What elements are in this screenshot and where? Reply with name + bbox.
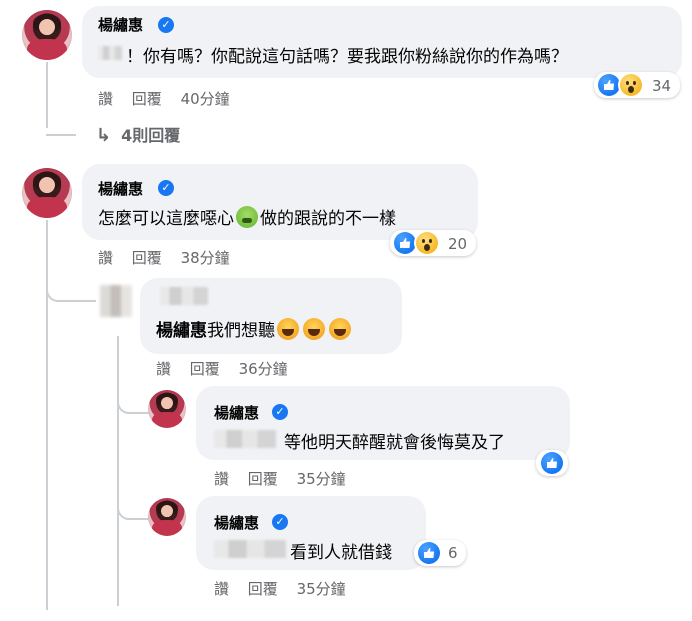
- thread-curve-3: [117, 392, 151, 414]
- verified-badge-icon: ✓: [158, 180, 174, 196]
- blurred-mention: [214, 430, 276, 448]
- blurred-author-name: [160, 287, 208, 305]
- view-replies-button[interactable]: ↳ 4則回覆: [96, 122, 180, 146]
- comment-timestamp[interactable]: 40分鐘: [181, 90, 230, 108]
- comment-text: 怎麼可以這麼噁心 做的跟說的不一樣: [98, 204, 396, 229]
- reply-arrow-icon: ↳: [96, 125, 112, 146]
- reply-button[interactable]: 回覆: [132, 90, 162, 108]
- like-reaction-icon: [394, 232, 416, 254]
- thread-line-2: [46, 220, 48, 610]
- mention-link[interactable]: 楊繡惠: [156, 321, 207, 341]
- like-button[interactable]: 讚: [98, 90, 113, 108]
- like-reaction-icon: [541, 452, 563, 474]
- comment-actions: 讚 回覆 38分鐘: [98, 247, 244, 268]
- verified-badge-icon: ✓: [272, 514, 288, 530]
- comment-author[interactable]: 楊繡惠: [98, 178, 143, 199]
- reply-text: 看到人就借錢: [290, 543, 392, 563]
- reply-text: 等他明天醉醒就會後悔莫及了: [284, 433, 505, 453]
- laughing-emoji-icon: [329, 318, 351, 340]
- reply-actions: 讚 回覆 35分鐘: [214, 578, 360, 599]
- nauseated-emoji-icon: [236, 206, 258, 228]
- reply-button[interactable]: 回覆: [248, 470, 278, 488]
- reply-button[interactable]: 回覆: [190, 360, 220, 378]
- reply-actions: 讚 回覆 36分鐘: [156, 358, 302, 379]
- reply-button[interactable]: 回覆: [248, 580, 278, 598]
- reply-author[interactable]: 楊繡惠: [214, 402, 259, 423]
- laughing-emoji-icon: [277, 318, 299, 340]
- thread-curve-2: [46, 282, 96, 302]
- avatar[interactable]: [22, 10, 72, 60]
- verified-badge-icon: ✓: [272, 404, 288, 420]
- verified-badge-icon: ✓: [158, 17, 174, 33]
- reply-text: 楊繡惠我們想聽: [156, 316, 353, 341]
- avatar[interactable]: [148, 498, 186, 536]
- reply-timestamp[interactable]: 36分鐘: [239, 360, 288, 378]
- blurred-mention: [98, 46, 122, 60]
- avatar[interactable]: [148, 390, 186, 428]
- reply-author[interactable]: 楊繡惠: [214, 512, 259, 533]
- thread-line-3: [117, 336, 119, 606]
- like-button[interactable]: 讚: [156, 360, 171, 378]
- reply-timestamp[interactable]: 35分鐘: [297, 470, 346, 488]
- laughing-emoji-icon: [303, 318, 325, 340]
- avatar[interactable]: [100, 285, 132, 317]
- thread-curve-1: [46, 112, 76, 136]
- reply-actions: 讚 回覆 35分鐘: [214, 468, 360, 489]
- reply-button[interactable]: 回覆: [132, 249, 162, 267]
- like-button[interactable]: 讚: [98, 249, 113, 267]
- thread-curve-4: [117, 498, 151, 520]
- like-reaction-icon: [598, 74, 620, 96]
- wow-reaction-icon: [416, 232, 438, 254]
- like-button[interactable]: 讚: [214, 470, 229, 488]
- reaction-count: 20: [448, 235, 468, 253]
- reaction-count: 6: [448, 544, 458, 562]
- like-button[interactable]: 讚: [214, 580, 229, 598]
- blurred-mention: [214, 540, 286, 558]
- avatar[interactable]: [22, 168, 72, 218]
- comment-text: ！你有嗎？你配說這句話嗎？要我跟你粉絲說你的作為嗎？: [126, 47, 568, 67]
- comment-author[interactable]: 楊繡惠: [98, 14, 143, 35]
- like-reaction-icon: [418, 542, 440, 564]
- reaction-count: 34: [652, 77, 672, 95]
- comment-timestamp[interactable]: 38分鐘: [181, 249, 230, 267]
- comment-actions: 讚 回覆 40分鐘: [98, 88, 244, 109]
- wow-reaction-icon: [620, 74, 642, 96]
- reply-timestamp[interactable]: 35分鐘: [297, 580, 346, 598]
